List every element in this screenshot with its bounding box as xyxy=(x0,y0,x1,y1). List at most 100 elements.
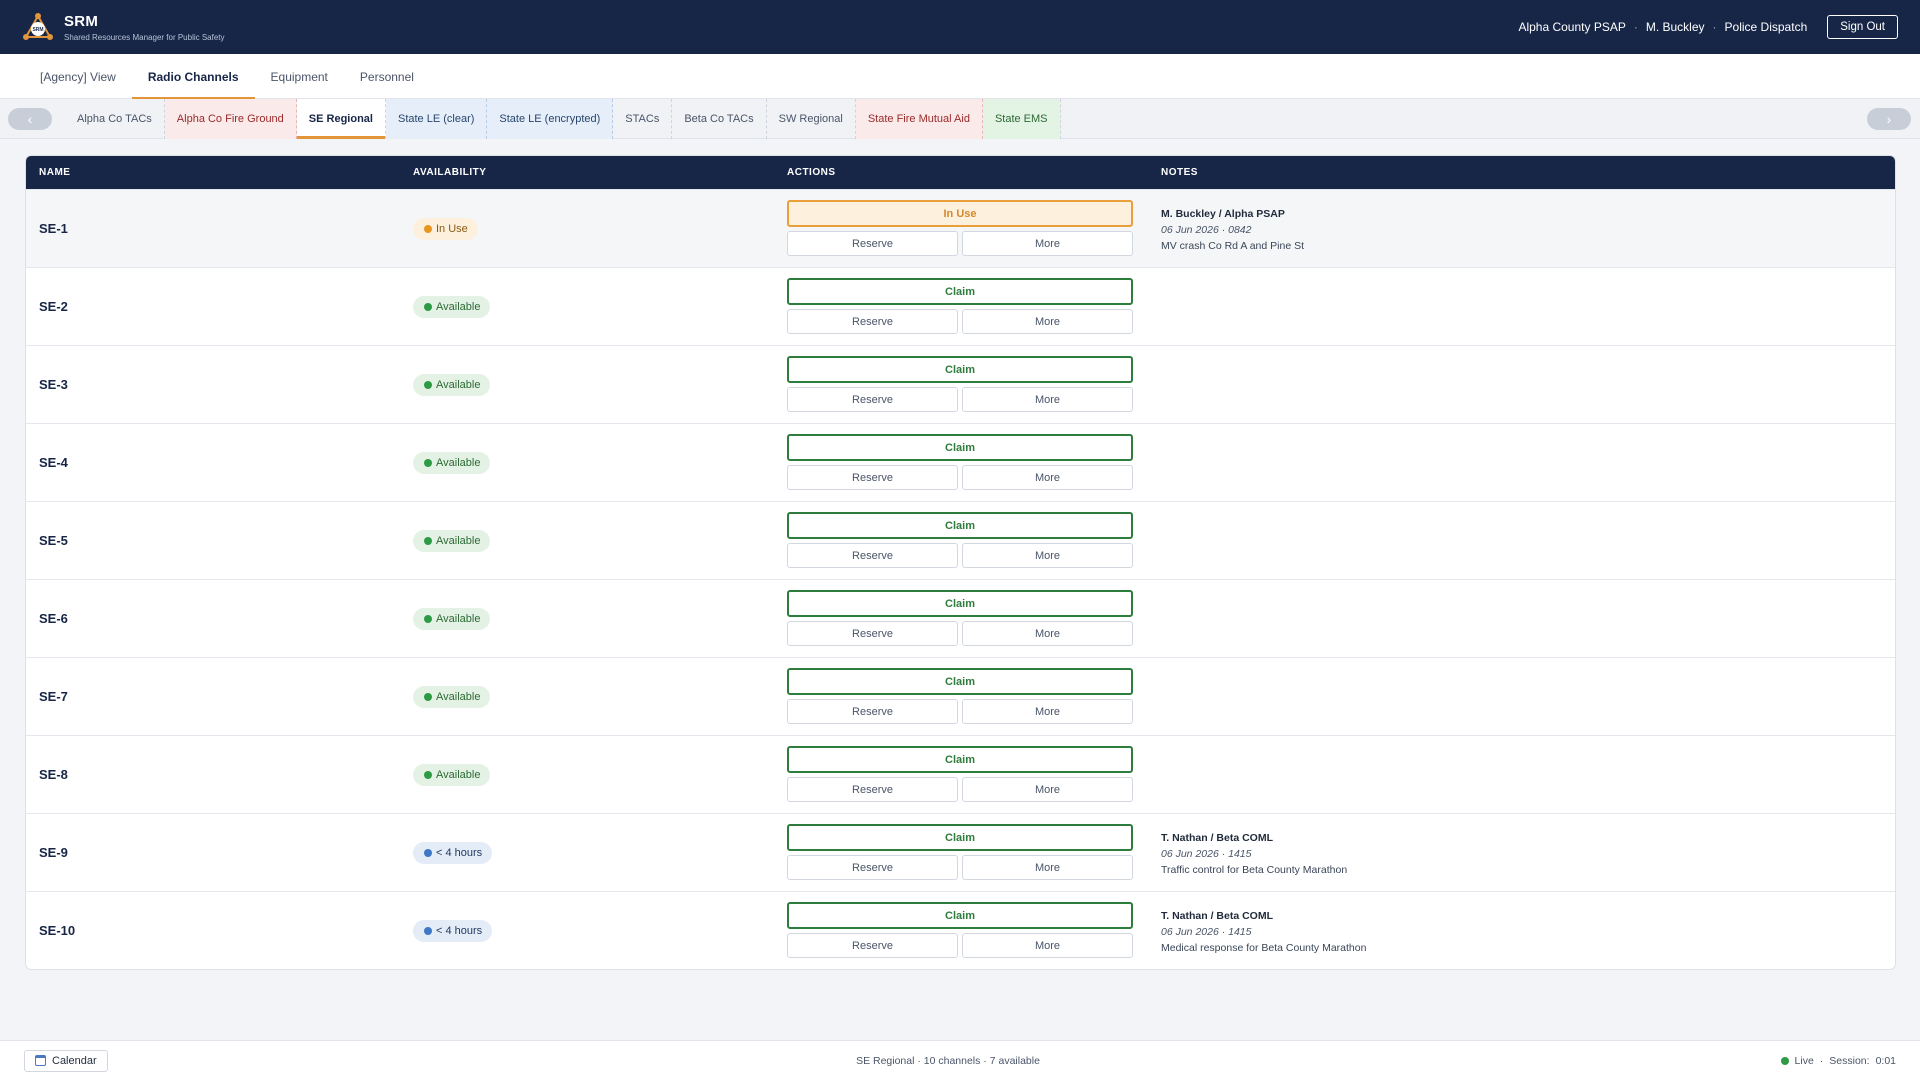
status-dot-icon xyxy=(424,459,432,467)
more-button[interactable]: More xyxy=(962,933,1133,958)
separator: · xyxy=(1819,1054,1824,1067)
scroll-left-button[interactable]: ‹ xyxy=(8,107,52,130)
claim-button[interactable]: Claim xyxy=(787,746,1133,773)
reserve-button[interactable]: Reserve xyxy=(787,933,958,958)
group-tab-se-regional[interactable]: SE Regional xyxy=(296,98,386,139)
status-label: < 4 hours xyxy=(436,847,483,859)
channel-actions: Claim Reserve More xyxy=(787,356,1133,412)
reserve-button[interactable]: Reserve xyxy=(787,309,958,334)
table-row: SE-2 Available Claim Reserve More xyxy=(26,267,1895,345)
scroll-right-button[interactable]: › xyxy=(1867,108,1911,130)
note-text: Traffic control for Beta County Marathon xyxy=(1161,864,1348,876)
more-button[interactable]: More xyxy=(962,465,1133,490)
status-badge: Available xyxy=(413,608,491,630)
status-label: Available xyxy=(436,379,481,391)
reserve-button[interactable]: Reserve xyxy=(787,777,958,802)
sign-out-button[interactable]: Sign Out xyxy=(1827,15,1898,39)
channel-notes: T. Nathan / Beta COML 06 Jun 2026 · 1415 T… xyxy=(1161,830,1347,878)
more-button[interactable]: More xyxy=(962,777,1133,802)
claim-button[interactable]: Claim xyxy=(787,434,1133,461)
more-button[interactable]: More xyxy=(962,387,1133,412)
tab-agency-view[interactable]: [Agency] View xyxy=(24,54,132,99)
table-row: SE-7 Available Claim Reserve More xyxy=(26,657,1895,735)
channel-name: SE-3 xyxy=(39,377,68,392)
group-tab-state-le-encrypted[interactable]: State LE (encrypted) xyxy=(487,98,614,139)
status-badge: < 4 hours xyxy=(413,920,493,942)
in-use-button[interactable]: In Use xyxy=(787,200,1133,227)
group-tab-state-le-clear[interactable]: State LE (clear) xyxy=(385,98,488,139)
status-label: Available xyxy=(436,691,481,703)
reserve-button[interactable]: Reserve xyxy=(787,855,958,880)
tab-personnel[interactable]: Personnel xyxy=(344,54,430,99)
status-badge: Available xyxy=(413,296,491,318)
table-row: SE-6 Available Claim Reserve More xyxy=(26,579,1895,657)
footer: Calendar SE Regional · 10 channels · 7 a… xyxy=(0,1040,1920,1080)
user-role: Police Dispatch xyxy=(1724,20,1808,34)
note-timestamp: 06 Jun 2026 · 0842 xyxy=(1161,224,1252,236)
live-dot-icon xyxy=(1780,1056,1789,1065)
network-triangle-icon: SRM xyxy=(23,13,53,40)
group-tab-beta-co-tacs[interactable]: Beta Co TACs xyxy=(672,98,767,139)
channel-name: SE-9 xyxy=(39,845,68,860)
status-dot-icon xyxy=(424,849,432,857)
claim-button[interactable]: Claim xyxy=(787,590,1133,617)
reserve-button[interactable]: Reserve xyxy=(787,621,958,646)
channel-name: SE-7 xyxy=(39,689,68,704)
claim-button[interactable]: Claim xyxy=(787,512,1133,539)
more-button[interactable]: More xyxy=(962,621,1133,646)
column-header-availability[interactable]: AVAILABILITY xyxy=(413,167,486,178)
user-name: M. Buckley xyxy=(1645,20,1705,34)
status-label: Available xyxy=(436,457,481,469)
claim-button[interactable]: Claim xyxy=(787,278,1133,305)
table-row: SE-10 < 4 hours Claim Reserve More T. Nathan … xyxy=(26,891,1895,969)
group-tab-state-fire-mutual-aid[interactable]: State Fire Mutual Aid xyxy=(855,98,983,139)
reserve-button[interactable]: Reserve xyxy=(787,543,958,568)
tab-radio-channels[interactable]: Radio Channels xyxy=(131,54,255,100)
claim-button[interactable]: Claim xyxy=(787,668,1133,695)
reserve-button[interactable]: Reserve xyxy=(787,699,958,724)
brand[interactable]: SRM SRM Shared Resources Manager for Pub… xyxy=(22,12,225,42)
channel-actions: In Use Reserve More xyxy=(787,200,1133,256)
reserve-button[interactable]: Reserve xyxy=(787,465,958,490)
group-tab-alpha-co-tacs[interactable]: Alpha Co TACs xyxy=(65,98,165,139)
column-header-name[interactable]: NAME xyxy=(39,167,70,178)
more-button[interactable]: More xyxy=(962,309,1133,334)
channel-actions: Claim Reserve More xyxy=(787,746,1133,802)
session-timer: 0:01 xyxy=(1875,1054,1896,1067)
channel-table: NAME AVAILABILITY ACTIONS NOTES SE-1 In U… xyxy=(25,155,1896,970)
note-text: MV crash Co Rd A and Pine St xyxy=(1161,240,1304,252)
status-label: Available xyxy=(436,769,481,781)
status-badge: < 4 hours xyxy=(413,842,493,864)
group-tab-state-ems[interactable]: State EMS xyxy=(982,98,1061,139)
table-row: SE-5 Available Claim Reserve More xyxy=(26,501,1895,579)
status-dot-icon xyxy=(424,381,432,389)
table-row: SE-9 < 4 hours Claim Reserve More T. Nathan /… xyxy=(26,813,1895,891)
tab-equipment[interactable]: Equipment xyxy=(255,54,344,99)
more-button[interactable]: More xyxy=(962,855,1133,880)
claim-button[interactable]: Claim xyxy=(787,902,1133,929)
more-button[interactable]: More xyxy=(962,231,1133,256)
separator: · xyxy=(1712,20,1717,34)
claim-button[interactable]: Claim xyxy=(787,824,1133,851)
group-tab-sw-regional[interactable]: SW Regional xyxy=(767,98,856,139)
session-label: Session: xyxy=(1829,1054,1870,1067)
agency-name: Alpha County PSAP xyxy=(1518,20,1626,34)
group-tab-stacs[interactable]: STACs xyxy=(613,98,673,139)
calendar-button[interactable]: Calendar xyxy=(24,1049,108,1072)
status-dot-icon xyxy=(424,927,432,935)
main-tabs: [Agency] View Radio Channels Equipment P… xyxy=(0,54,1920,100)
channel-group-tabs: ‹ Alpha Co TACs Alpha Co Fire Ground SE Re… xyxy=(0,98,1920,139)
reserve-button[interactable]: Reserve xyxy=(787,387,958,412)
group-tab-alpha-co-fire-ground[interactable]: Alpha Co Fire Ground xyxy=(164,98,297,139)
more-button[interactable]: More xyxy=(962,699,1133,724)
channel-actions: Claim Reserve More xyxy=(787,668,1133,724)
reserve-button[interactable]: Reserve xyxy=(787,231,958,256)
status-dot-icon xyxy=(424,225,432,233)
more-button[interactable]: More xyxy=(962,543,1133,568)
calendar-label: Calendar xyxy=(52,1054,97,1067)
table-row: SE-1 In Use In Use Reserve More M. Buckley / … xyxy=(26,189,1895,267)
claim-button[interactable]: Claim xyxy=(787,356,1133,383)
channel-name: SE-4 xyxy=(39,455,68,470)
note-author: T. Nathan / Beta COML xyxy=(1161,832,1274,844)
channel-actions: Claim Reserve More xyxy=(787,278,1133,334)
